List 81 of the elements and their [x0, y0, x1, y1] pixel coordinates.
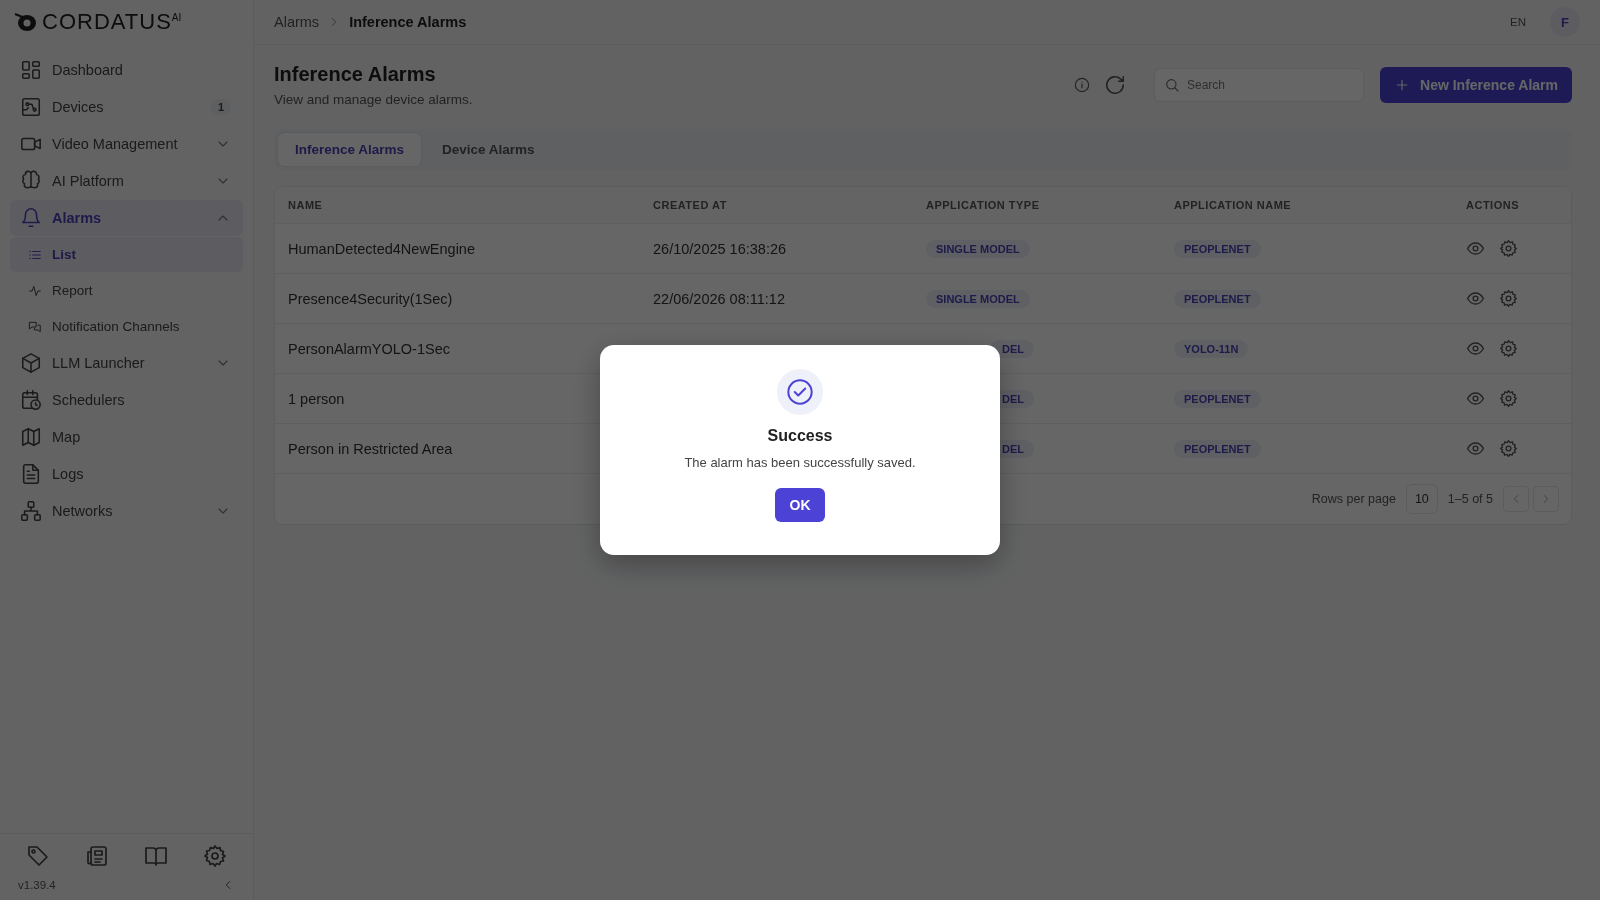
avatar[interactable]: F: [1550, 7, 1580, 37]
sidebar-subitem[interactable]: List: [10, 237, 243, 272]
sidebar-item[interactable]: Devices 1: [10, 89, 243, 125]
eye-logo-icon: [14, 11, 38, 33]
sidebar-subitem[interactable]: Report: [10, 273, 243, 308]
app-name-tag: PEOPLENET: [1174, 239, 1261, 258]
table-cell-text: Presence4Security(1Sec): [288, 290, 454, 307]
eye-icon[interactable]: [1466, 389, 1485, 408]
plus-icon: [1394, 77, 1410, 93]
column-header: APPLICATION TYPE: [926, 199, 1041, 211]
cube-icon: [20, 352, 42, 374]
app-name-tag: PEOPLENET: [1174, 439, 1261, 458]
column-header: ACTIONS: [1466, 199, 1520, 211]
sidebar-item[interactable]: Dashboard: [10, 52, 243, 88]
page-subtitle: View and manage device alarms.: [274, 92, 474, 107]
page-title: Inference Alarms: [274, 63, 437, 86]
sidebar-item[interactable]: Schedulers: [10, 382, 243, 418]
app-name-tag: PEOPLENET: [1174, 389, 1261, 408]
table-cell: 22/06/2026 08:11:12: [653, 290, 785, 307]
column-header: CREATED AT: [653, 199, 728, 211]
rows-per-page-select[interactable]: 10: [1405, 484, 1438, 514]
rows-per-page-label: Rows per page: [1311, 492, 1396, 506]
sidebar-item[interactable]: Networks: [10, 493, 243, 529]
search-icon: [1164, 77, 1180, 93]
sidebar-item[interactable]: Map: [10, 419, 243, 455]
table-cell-text: 1 person: [288, 390, 346, 407]
version-label: v1.39.4: [18, 879, 56, 891]
count-badge: 1: [210, 99, 231, 115]
map-icon: [20, 426, 42, 448]
pulse-icon: [28, 283, 42, 298]
table-cell-text: PersonAlarmYOLO-1Sec: [288, 340, 451, 357]
settings-icon[interactable]: [1499, 289, 1518, 308]
check-icon: [786, 378, 814, 406]
page-range: 1–5 of 5: [1447, 492, 1493, 506]
eye-icon[interactable]: [1466, 339, 1485, 358]
newspaper-icon[interactable]: [85, 844, 109, 868]
dashboard-icon: [20, 59, 42, 81]
table-cell-text: HumanDetected4NewEngine: [288, 240, 476, 257]
document-icon: [20, 463, 42, 485]
chat-bubbles-icon: [28, 319, 42, 334]
tab[interactable]: Device Alarms: [425, 133, 552, 166]
type-tag: DEL: [990, 339, 1034, 358]
breadcrumb-link[interactable]: Alarms: [274, 14, 320, 30]
column-header: NAME: [288, 199, 324, 211]
sidebar-item[interactable]: Video Management: [10, 126, 243, 162]
info-icon[interactable]: [1074, 77, 1090, 93]
tag-icon[interactable]: [26, 844, 50, 868]
new-alarm-button[interactable]: New Inference Alarm: [1380, 67, 1572, 103]
bell-icon: [20, 207, 42, 229]
type-tag: SINGLE MODEL: [926, 239, 1030, 258]
sidebar-subitem[interactable]: Notification Channels: [10, 309, 243, 344]
app-name-tag: PEOPLENET: [1174, 289, 1261, 308]
settings-icon[interactable]: [1499, 439, 1518, 458]
breadcrumb-current: Inference Alarms: [349, 14, 467, 30]
calendar-clock-icon: [20, 389, 42, 411]
sidebar-item[interactable]: LLM Launcher: [10, 345, 243, 381]
circuit-board-icon: [20, 96, 42, 118]
table-cell-text: Person in Restricted Area: [288, 440, 454, 457]
dialog-title: Success: [767, 427, 833, 445]
settings-icon[interactable]: [203, 844, 227, 868]
logo-text: CORDATUS$^{AI}$: [42, 11, 182, 33]
eye-icon[interactable]: [1466, 439, 1485, 458]
eye-icon[interactable]: [1466, 239, 1485, 258]
settings-icon[interactable]: [1499, 239, 1518, 258]
ok-button[interactable]: OK: [775, 488, 825, 522]
eye-icon[interactable]: [1466, 289, 1485, 308]
sidebar-item[interactable]: Logs: [10, 456, 243, 492]
refresh-icon[interactable]: [1104, 74, 1126, 96]
settings-icon[interactable]: [1499, 339, 1518, 358]
tab[interactable]: Inference Alarms: [278, 133, 422, 166]
sidebar-item[interactable]: Alarms: [10, 200, 243, 236]
language-label: EN: [1510, 16, 1526, 28]
settings-icon[interactable]: [1499, 389, 1518, 408]
dialog-message: The alarm has been successfully saved.: [684, 455, 916, 470]
type-tag: SINGLE MODEL: [926, 289, 1030, 308]
open-book-icon[interactable]: [144, 844, 168, 868]
app-name-tag: YOLO-11N: [1174, 339, 1249, 358]
column-header: APPLICATION NAME: [1174, 199, 1293, 211]
table-cell: 26/10/2025 16:38:26: [653, 240, 787, 257]
sidebar-item[interactable]: AI Platform: [10, 163, 243, 199]
network-icon: [20, 500, 42, 522]
